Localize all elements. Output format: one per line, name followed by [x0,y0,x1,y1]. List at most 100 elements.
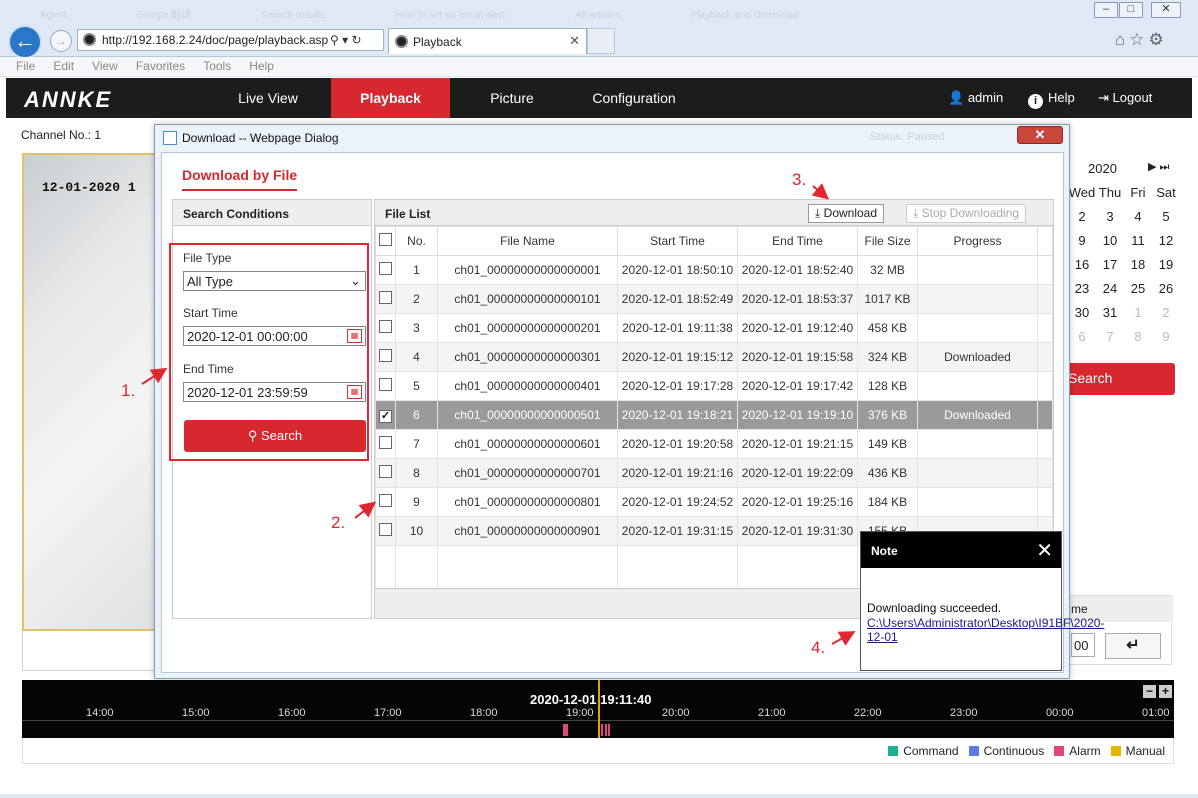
address-controls-icon[interactable]: ⚲ ▾ ↻ [330,33,362,47]
calendar-day[interactable]: 2 [1152,305,1180,320]
tab-download-by-file[interactable]: Download by File [182,167,298,191]
search-button[interactable]: ⚲ Search [184,420,366,452]
row-checkbox-cell[interactable] [375,313,396,343]
tab-playback[interactable]: Playback ✕ [388,28,587,54]
checkbox-icon[interactable] [379,233,392,246]
row-checkbox-cell[interactable] [375,487,396,517]
table-row[interactable]: 3 ch01_00000000000000201 2020-12-01 19:11:… [375,313,1053,343]
calendar-day[interactable]: 30 [1068,305,1096,320]
calendar-day[interactable]: 16 [1068,257,1096,272]
logout-link[interactable]: ⇥ Logout [1098,90,1152,106]
close-dialog-icon[interactable]: ✕ [1017,126,1063,144]
table-row[interactable]: 2 ch01_00000000000000101 2020-12-01 18:52:… [375,284,1053,314]
select-all-checkbox[interactable] [375,226,396,256]
calendar-day[interactable]: 25 [1124,281,1152,296]
close-window-icon[interactable]: ✕ [1151,2,1181,18]
download-path-link[interactable]: C:\Users\Administrator\Desktop\I91BF\202… [867,616,1104,644]
minimize-icon[interactable]: – [1094,2,1118,18]
row-checkbox-cell[interactable] [375,429,396,459]
row-checkbox-cell[interactable] [375,255,396,285]
table-row[interactable]: ✓ 6 ch01_00000000000000501 2020-12-01 19:18… [375,400,1053,430]
playback-search-button[interactable]: Search [1062,363,1175,395]
calendar-day[interactable]: 11 [1124,233,1152,248]
calendar-day[interactable]: 19 [1152,257,1180,272]
calendar-day[interactable]: 9 [1068,233,1096,248]
background-tab[interactable]: How to set up email alert [395,10,505,21]
nav-picture[interactable]: Picture [464,78,560,118]
table-row[interactable]: 9 ch01_00000000000000801 2020-12-01 19:24:… [375,487,1053,517]
stop-downloading-button[interactable]: ⤓ Stop Downloading [906,204,1027,223]
calendar-day[interactable]: 17 [1096,257,1124,272]
file-type-select[interactable]: All Type ⌄ [183,271,366,291]
calendar-day[interactable]: 7 [1096,329,1124,344]
checkbox-icon[interactable] [379,262,392,275]
menu-item-tools[interactable]: Tools [203,59,231,73]
row-checkbox-cell[interactable] [375,284,396,314]
calendar-day[interactable]: 6 [1068,329,1096,344]
background-tab[interactable]: Google 翻译 [136,10,191,21]
menu-item-file[interactable]: File [16,59,35,73]
calendar-day[interactable]: 9 [1152,329,1180,344]
calendar-day[interactable]: 18 [1124,257,1152,272]
menu-item-view[interactable]: View [92,59,118,73]
checkbox-icon[interactable] [379,291,392,304]
row-checkbox-cell[interactable]: ✓ [375,400,396,430]
calendar-day[interactable]: 24 [1096,281,1124,296]
maximize-icon[interactable]: □ [1119,2,1143,18]
background-tab[interactable]: Search results [261,10,325,21]
table-row[interactable]: 8 ch01_00000000000000701 2020-12-01 19:21:… [375,458,1053,488]
row-checkbox-cell[interactable] [375,371,396,401]
back-icon[interactable]: ← [8,25,42,59]
calendar-icon[interactable]: ▦ [347,385,362,399]
next-month-icon[interactable]: ▶ ⏭ [1148,160,1169,174]
alarm-record-segment[interactable] [601,724,603,736]
zoom-in-icon[interactable]: + [1159,685,1172,698]
alarm-record-segment[interactable] [605,724,607,736]
time-jump-input[interactable]: 00 [1071,633,1095,657]
start-time-input[interactable]: 2020-12-01 00:00:00 ▦ [183,326,366,346]
checkbox-icon[interactable] [379,465,392,478]
alarm-record-segment[interactable] [563,724,568,736]
close-tab-icon[interactable]: ✕ [569,33,580,49]
calendar-day[interactable]: 26 [1152,281,1180,296]
row-checkbox-cell[interactable] [375,458,396,488]
menu-item-favorites[interactable]: Favorites [136,59,185,73]
checkbox-icon[interactable]: ✓ [379,409,392,423]
checkbox-icon[interactable] [379,378,392,391]
table-row[interactable]: 5 ch01_00000000000000401 2020-12-01 19:17:… [375,371,1053,401]
table-row[interactable]: 7 ch01_00000000000000601 2020-12-01 19:20:… [375,429,1053,459]
checkbox-icon[interactable] [379,494,392,507]
new-tab-button[interactable] [587,28,615,54]
calendar-day[interactable]: 3 [1096,209,1124,224]
calendar-day[interactable]: 23 [1068,281,1096,296]
calendar-day[interactable]: 8 [1124,329,1152,344]
home-star-gear-icons[interactable]: ⌂☆⚙ [1115,30,1168,50]
row-checkbox-cell[interactable] [375,342,396,372]
checkbox-icon[interactable] [379,436,392,449]
nav-live-view[interactable]: Live View [214,78,322,118]
calendar-day[interactable]: 31 [1096,305,1124,320]
download-button[interactable]: ⤓ Download [808,204,885,223]
help-link[interactable]: i Help [1028,90,1075,109]
calendar-day[interactable]: 5 [1152,209,1180,224]
checkbox-icon[interactable] [379,349,392,362]
menu-item-help[interactable]: Help [249,59,274,73]
table-row[interactable]: 1 ch01_00000000000000001 2020-12-01 18:50:… [375,255,1053,285]
table-row[interactable]: 4 ch01_00000000000000301 2020-12-01 19:15:… [375,342,1053,372]
menu-item-edit[interactable]: Edit [53,59,74,73]
background-tab[interactable]: Playback and Download [691,10,798,21]
calendar-day[interactable]: 12 [1152,233,1180,248]
background-tab[interactable]: All articles [575,10,621,21]
nav-configuration[interactable]: Configuration [576,78,692,118]
row-checkbox-cell[interactable] [375,516,396,546]
time-jump-button[interactable]: ↵ [1105,633,1161,659]
checkbox-icon[interactable] [379,523,392,536]
calendar-day[interactable]: 2 [1068,209,1096,224]
video-player[interactable] [22,153,158,631]
calendar-day[interactable]: 4 [1124,209,1152,224]
close-note-icon[interactable]: ✕ [1036,538,1053,563]
zoom-out-icon[interactable]: − [1143,685,1156,698]
end-time-input[interactable]: 2020-12-01 23:59:59 ▦ [183,382,366,402]
calendar-icon[interactable]: ▦ [347,329,362,343]
forward-icon[interactable]: → [50,30,72,52]
